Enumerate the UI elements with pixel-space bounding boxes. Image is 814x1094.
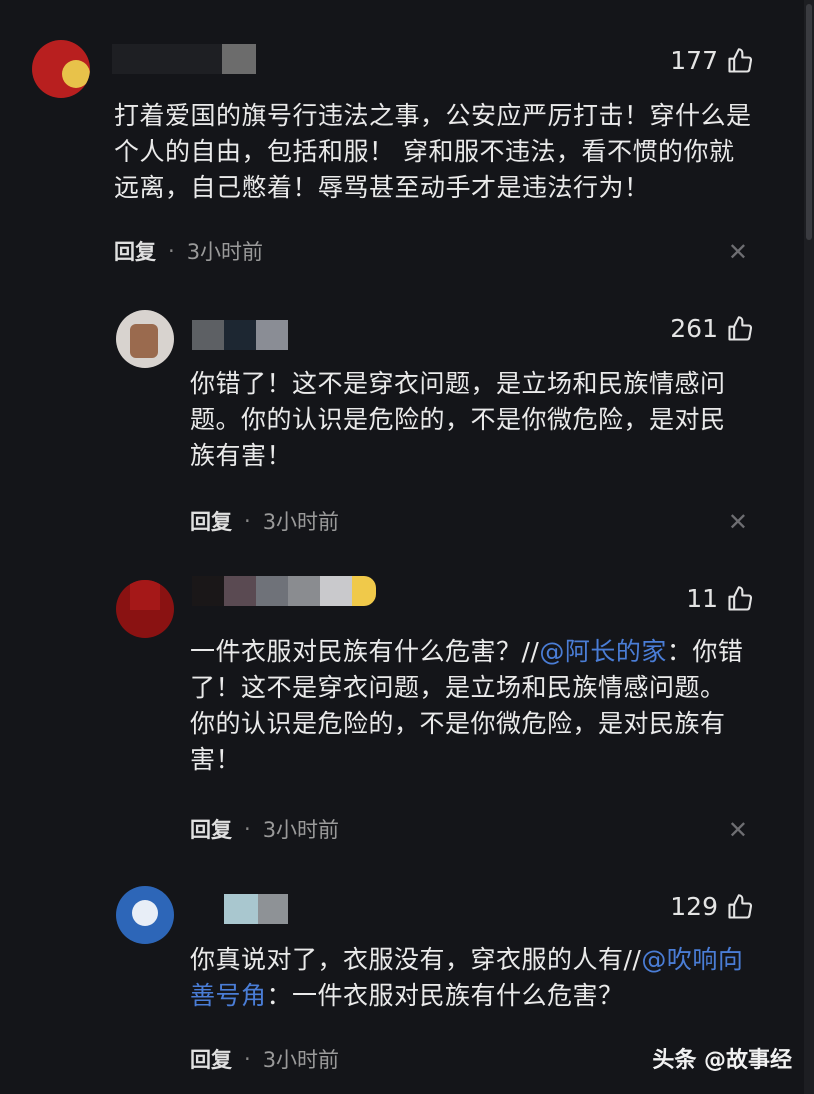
like-count-value: 129	[670, 892, 718, 921]
avatar[interactable]	[32, 40, 90, 98]
comment: 11 一件衣服对民族有什么危害？//@阿长的家：你错了！这不是穿衣问题，是立场和…	[0, 560, 800, 880]
like-count[interactable]: 129	[670, 892, 754, 921]
username-blurred[interactable]	[192, 320, 288, 350]
timestamp: 3小时前	[262, 1048, 340, 1072]
avatar[interactable]	[116, 310, 174, 368]
close-icon[interactable]: ✕	[728, 508, 748, 536]
close-icon[interactable]: ✕	[728, 816, 748, 844]
comment-meta: 回复 · 3小时前	[190, 814, 339, 844]
reply-button[interactable]: 回复	[190, 814, 232, 844]
reply-button[interactable]: 回复	[190, 506, 232, 536]
comment-text-part: 你真说对了，衣服没有，穿衣服的人有//	[190, 945, 642, 974]
reply-button[interactable]: 回复	[190, 1044, 232, 1074]
comment-meta: 回复 · 3小时前	[190, 506, 339, 536]
avatar[interactable]	[116, 886, 174, 944]
separator-dot: ·	[244, 1047, 251, 1071]
comment-text-part: 一件衣服对民族有什么危害？//	[190, 637, 540, 666]
comment-text-part: ：一件衣服对民族有什么危害？	[266, 981, 624, 1010]
watermark: 头条 @故事经	[652, 1048, 792, 1073]
timestamp: 3小时前	[186, 240, 264, 264]
comment-text: 打着爱国的旗号行违法之事，公安应严厉打击！穿什么是个人的自由，包括和服！ 穿和服…	[114, 101, 752, 202]
like-count-value: 261	[670, 314, 718, 343]
separator-dot: ·	[244, 509, 251, 533]
comment-meta: 回复 · 3小时前	[190, 1044, 339, 1074]
timestamp: 3小时前	[262, 818, 340, 842]
scrollbar-thumb[interactable]	[806, 4, 812, 240]
like-count[interactable]: 11	[686, 584, 754, 613]
username-blurred[interactable]	[112, 44, 256, 74]
avatar[interactable]	[116, 580, 174, 638]
comment-text: 你错了！这不是穿衣问题，是立场和民族情感问题。你的认识是危险的，不是你微危险，是…	[190, 369, 726, 470]
like-count[interactable]: 177	[670, 46, 754, 75]
reply-button[interactable]: 回复	[114, 236, 156, 266]
timestamp: 3小时前	[262, 510, 340, 534]
comment-text: 你真说对了，衣服没有，穿衣服的人有//@吹响向善号角：一件衣服对民族有什么危害？	[190, 942, 750, 1014]
thumbs-up-icon[interactable]	[726, 585, 754, 613]
username-blurred[interactable]	[224, 894, 288, 924]
thumbs-up-icon[interactable]	[726, 315, 754, 343]
comment-text: 一件衣服对民族有什么危害？//@阿长的家：你错了！这不是穿衣问题，是立场和民族情…	[190, 634, 750, 778]
scrollbar[interactable]	[804, 0, 814, 1094]
separator-dot: ·	[168, 239, 175, 263]
comment: 177 打着爱国的旗号行违法之事，公安应严厉打击！穿什么是个人的自由，包括和服！…	[0, 0, 800, 290]
mention-link[interactable]: @阿长的家	[539, 637, 667, 666]
comment-meta: 回复 · 3小时前	[114, 236, 263, 266]
close-icon[interactable]: ✕	[728, 238, 748, 266]
like-count-value: 11	[686, 584, 718, 613]
like-count-value: 177	[670, 46, 718, 75]
like-count[interactable]: 261	[670, 314, 754, 343]
separator-dot: ·	[244, 817, 251, 841]
thumbs-up-icon[interactable]	[726, 47, 754, 75]
comment: 261 你错了！这不是穿衣问题，是立场和民族情感问题。你的认识是危险的，不是你微…	[0, 290, 800, 560]
thumbs-up-icon[interactable]	[726, 893, 754, 921]
username-blurred[interactable]	[192, 576, 376, 606]
